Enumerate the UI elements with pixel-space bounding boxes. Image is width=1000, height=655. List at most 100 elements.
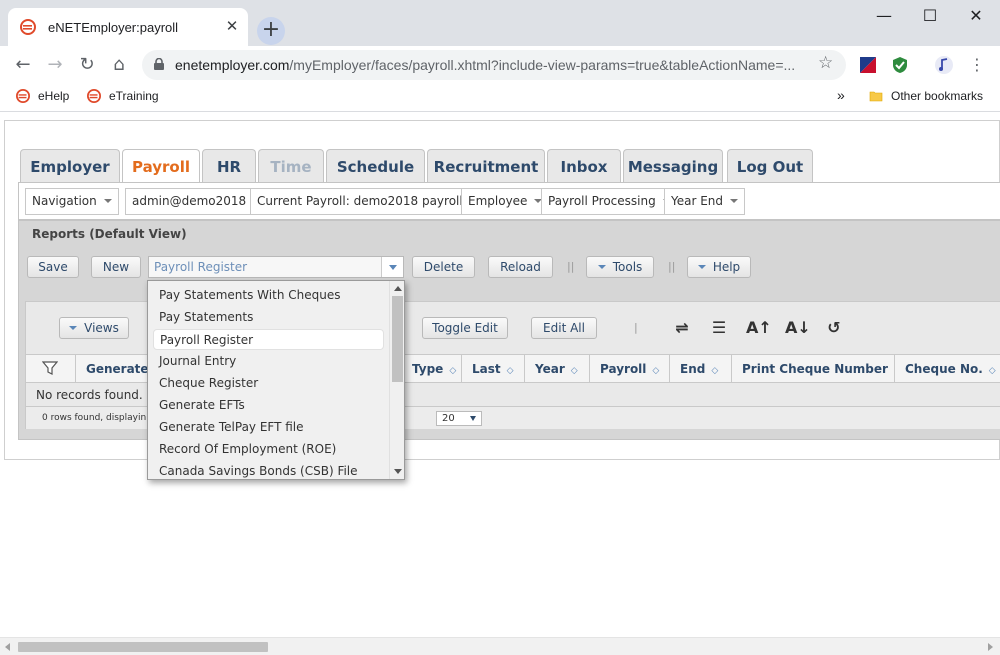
save-button[interactable]: Save	[27, 256, 79, 278]
tab-hr[interactable]: HR	[202, 149, 256, 183]
horizontal-scrollbar[interactable]	[0, 637, 1000, 655]
report-select[interactable]: Payroll Register	[148, 256, 404, 278]
dropdown-option[interactable]: Generate EFTs	[153, 395, 384, 416]
report-dropdown-list: Pay Statements With Cheques Pay Statemen…	[147, 280, 405, 480]
help-label: Help	[712, 260, 741, 274]
dropdown-option[interactable]: Generate TelPay EFT file	[153, 417, 384, 438]
maximize-icon[interactable]: ☐	[910, 4, 950, 28]
music-extension-icon[interactable]	[934, 55, 954, 75]
column-header-payroll[interactable]: Payroll ◇	[590, 355, 670, 383]
tab-payroll[interactable]: Payroll	[122, 149, 200, 185]
home-icon[interactable]: ⌂	[107, 53, 131, 77]
window-close-icon[interactable]: ✕	[956, 4, 996, 28]
minimize-icon[interactable]: —	[864, 4, 904, 28]
address-bar[interactable]: enetemployer.com/myEmployer/faces/payrol…	[142, 50, 846, 80]
views-button[interactable]: Views	[59, 317, 129, 339]
filter-icon[interactable]	[26, 355, 76, 383]
other-bookmarks[interactable]: Other bookmarks	[869, 89, 983, 103]
column-header-print-cheque-number[interactable]: Print Cheque Number◇	[732, 355, 895, 383]
reload-icon[interactable]: ↻	[75, 53, 99, 77]
tab-messaging[interactable]: Messaging	[623, 149, 723, 183]
more-bookmarks-icon[interactable]: »	[837, 87, 845, 103]
dropdown-option[interactable]: Journal Entry	[153, 351, 384, 372]
sort-icon: ◇	[988, 366, 996, 376]
tab-inbox[interactable]: Inbox	[547, 149, 621, 183]
edit-all-button[interactable]: Edit All	[531, 317, 597, 339]
payroll-processing-menu[interactable]: Payroll Processing	[541, 188, 678, 215]
scrollbar-thumb[interactable]	[18, 642, 268, 652]
toggle-edit-button[interactable]: Toggle Edit	[422, 317, 508, 339]
new-button[interactable]: New	[91, 256, 141, 278]
column-header-type[interactable]: Type ◇	[402, 355, 462, 383]
dropdown-option[interactable]: Cheque Register	[153, 373, 384, 394]
scrollbar-thumb[interactable]	[392, 296, 403, 382]
other-bookmarks-label: Other bookmarks	[891, 89, 984, 103]
back-icon[interactable]: ←	[11, 53, 35, 77]
toolbar-separator: |	[634, 321, 638, 334]
flag-extension-icon[interactable]	[858, 55, 878, 75]
close-icon[interactable]: ✕	[223, 17, 241, 35]
clear-filter-icon[interactable]: ☰	[708, 317, 730, 339]
views-label: Views	[84, 321, 119, 335]
column-header-cheque-no[interactable]: Cheque No. ◇	[895, 355, 1000, 383]
forward-icon[interactable]: →	[43, 53, 67, 77]
column-label: End	[680, 362, 706, 376]
navigation-menu[interactable]: Navigation	[25, 188, 119, 215]
user-label: admin@demo2018	[132, 194, 247, 208]
folder-icon	[869, 91, 883, 102]
user-menu[interactable]: admin@demo2018	[125, 188, 269, 215]
page-size-select[interactable]: 20	[436, 411, 482, 426]
column-header-end[interactable]: End ◇	[670, 355, 732, 383]
column-label: Payroll	[600, 362, 647, 376]
scroll-up-icon[interactable]	[394, 286, 402, 291]
tab-logout[interactable]: Log Out	[727, 149, 813, 183]
menu-dots-icon[interactable]: ⋮	[965, 53, 989, 77]
chevron-down-icon	[103, 199, 112, 203]
new-tab-button[interactable]: +	[257, 17, 285, 45]
year-end-label: Year End	[671, 194, 724, 208]
year-end-menu[interactable]: Year End	[664, 188, 746, 215]
toolbar-separator: ||	[668, 260, 676, 273]
dropdown-option[interactable]: Canada Savings Bonds (CSB) File	[153, 461, 384, 482]
browser-tab[interactable]: eNETEmployer:payroll ✕	[8, 8, 248, 46]
column-header-last[interactable]: Last ◇	[462, 355, 525, 383]
tab-employer[interactable]: Employer	[20, 149, 120, 183]
tab-recruitment[interactable]: Recruitment	[427, 149, 545, 183]
shield-extension-icon[interactable]	[890, 55, 910, 75]
sort-icon: ◇	[711, 366, 719, 376]
dropdown-scrollbar[interactable]	[389, 281, 404, 479]
reload-button[interactable]: Reload	[488, 256, 553, 278]
navigation-label: Navigation	[32, 194, 97, 208]
tab-time: Time	[258, 149, 324, 183]
scroll-down-icon[interactable]	[394, 469, 402, 474]
dropdown-option[interactable]: Pay Statements With Cheques	[153, 285, 384, 306]
lock-icon	[154, 58, 164, 70]
employee-menu[interactable]: Employee	[461, 188, 550, 215]
browser-title-bar: eNETEmployer:payroll ✕ + — ☐ ✕	[0, 0, 1000, 46]
bookmark-ehelp[interactable]: eHelp	[16, 89, 69, 103]
font-decrease-icon[interactable]: A↓	[785, 317, 811, 339]
dropdown-option[interactable]: Record Of Employment (ROE)	[153, 439, 384, 460]
bookmark-label: eHelp	[38, 89, 70, 103]
bookmark-etraining[interactable]: eTraining	[87, 89, 159, 103]
dropdown-option-highlighted[interactable]: Payroll Register	[153, 329, 384, 350]
bookmark-label: eTraining	[109, 89, 159, 103]
current-payroll-menu[interactable]: Current Payroll: demo2018 payroll	[250, 188, 485, 215]
tab-schedule[interactable]: Schedule	[326, 149, 425, 183]
sort-icon: ◇	[652, 366, 660, 376]
tools-button[interactable]: Tools	[586, 256, 654, 278]
chevron-down-icon[interactable]	[381, 257, 403, 277]
sort-icon: ◇	[449, 366, 457, 376]
wrap-text-icon[interactable]: ⇌	[671, 317, 693, 339]
help-button[interactable]: Help	[687, 256, 751, 278]
scroll-left-icon[interactable]	[5, 643, 10, 651]
chevron-down-icon	[69, 326, 78, 330]
bookmark-star-icon[interactable]: ☆	[818, 53, 833, 73]
dropdown-option[interactable]: Pay Statements	[153, 307, 384, 328]
font-increase-icon[interactable]: A↑	[746, 317, 772, 339]
scroll-right-icon[interactable]	[988, 643, 993, 651]
reset-icon[interactable]: ↺	[823, 317, 845, 339]
delete-button[interactable]: Delete	[412, 256, 475, 278]
column-header-year[interactable]: Year ◇	[525, 355, 590, 383]
tab-title: eNETEmployer:payroll	[48, 20, 179, 35]
